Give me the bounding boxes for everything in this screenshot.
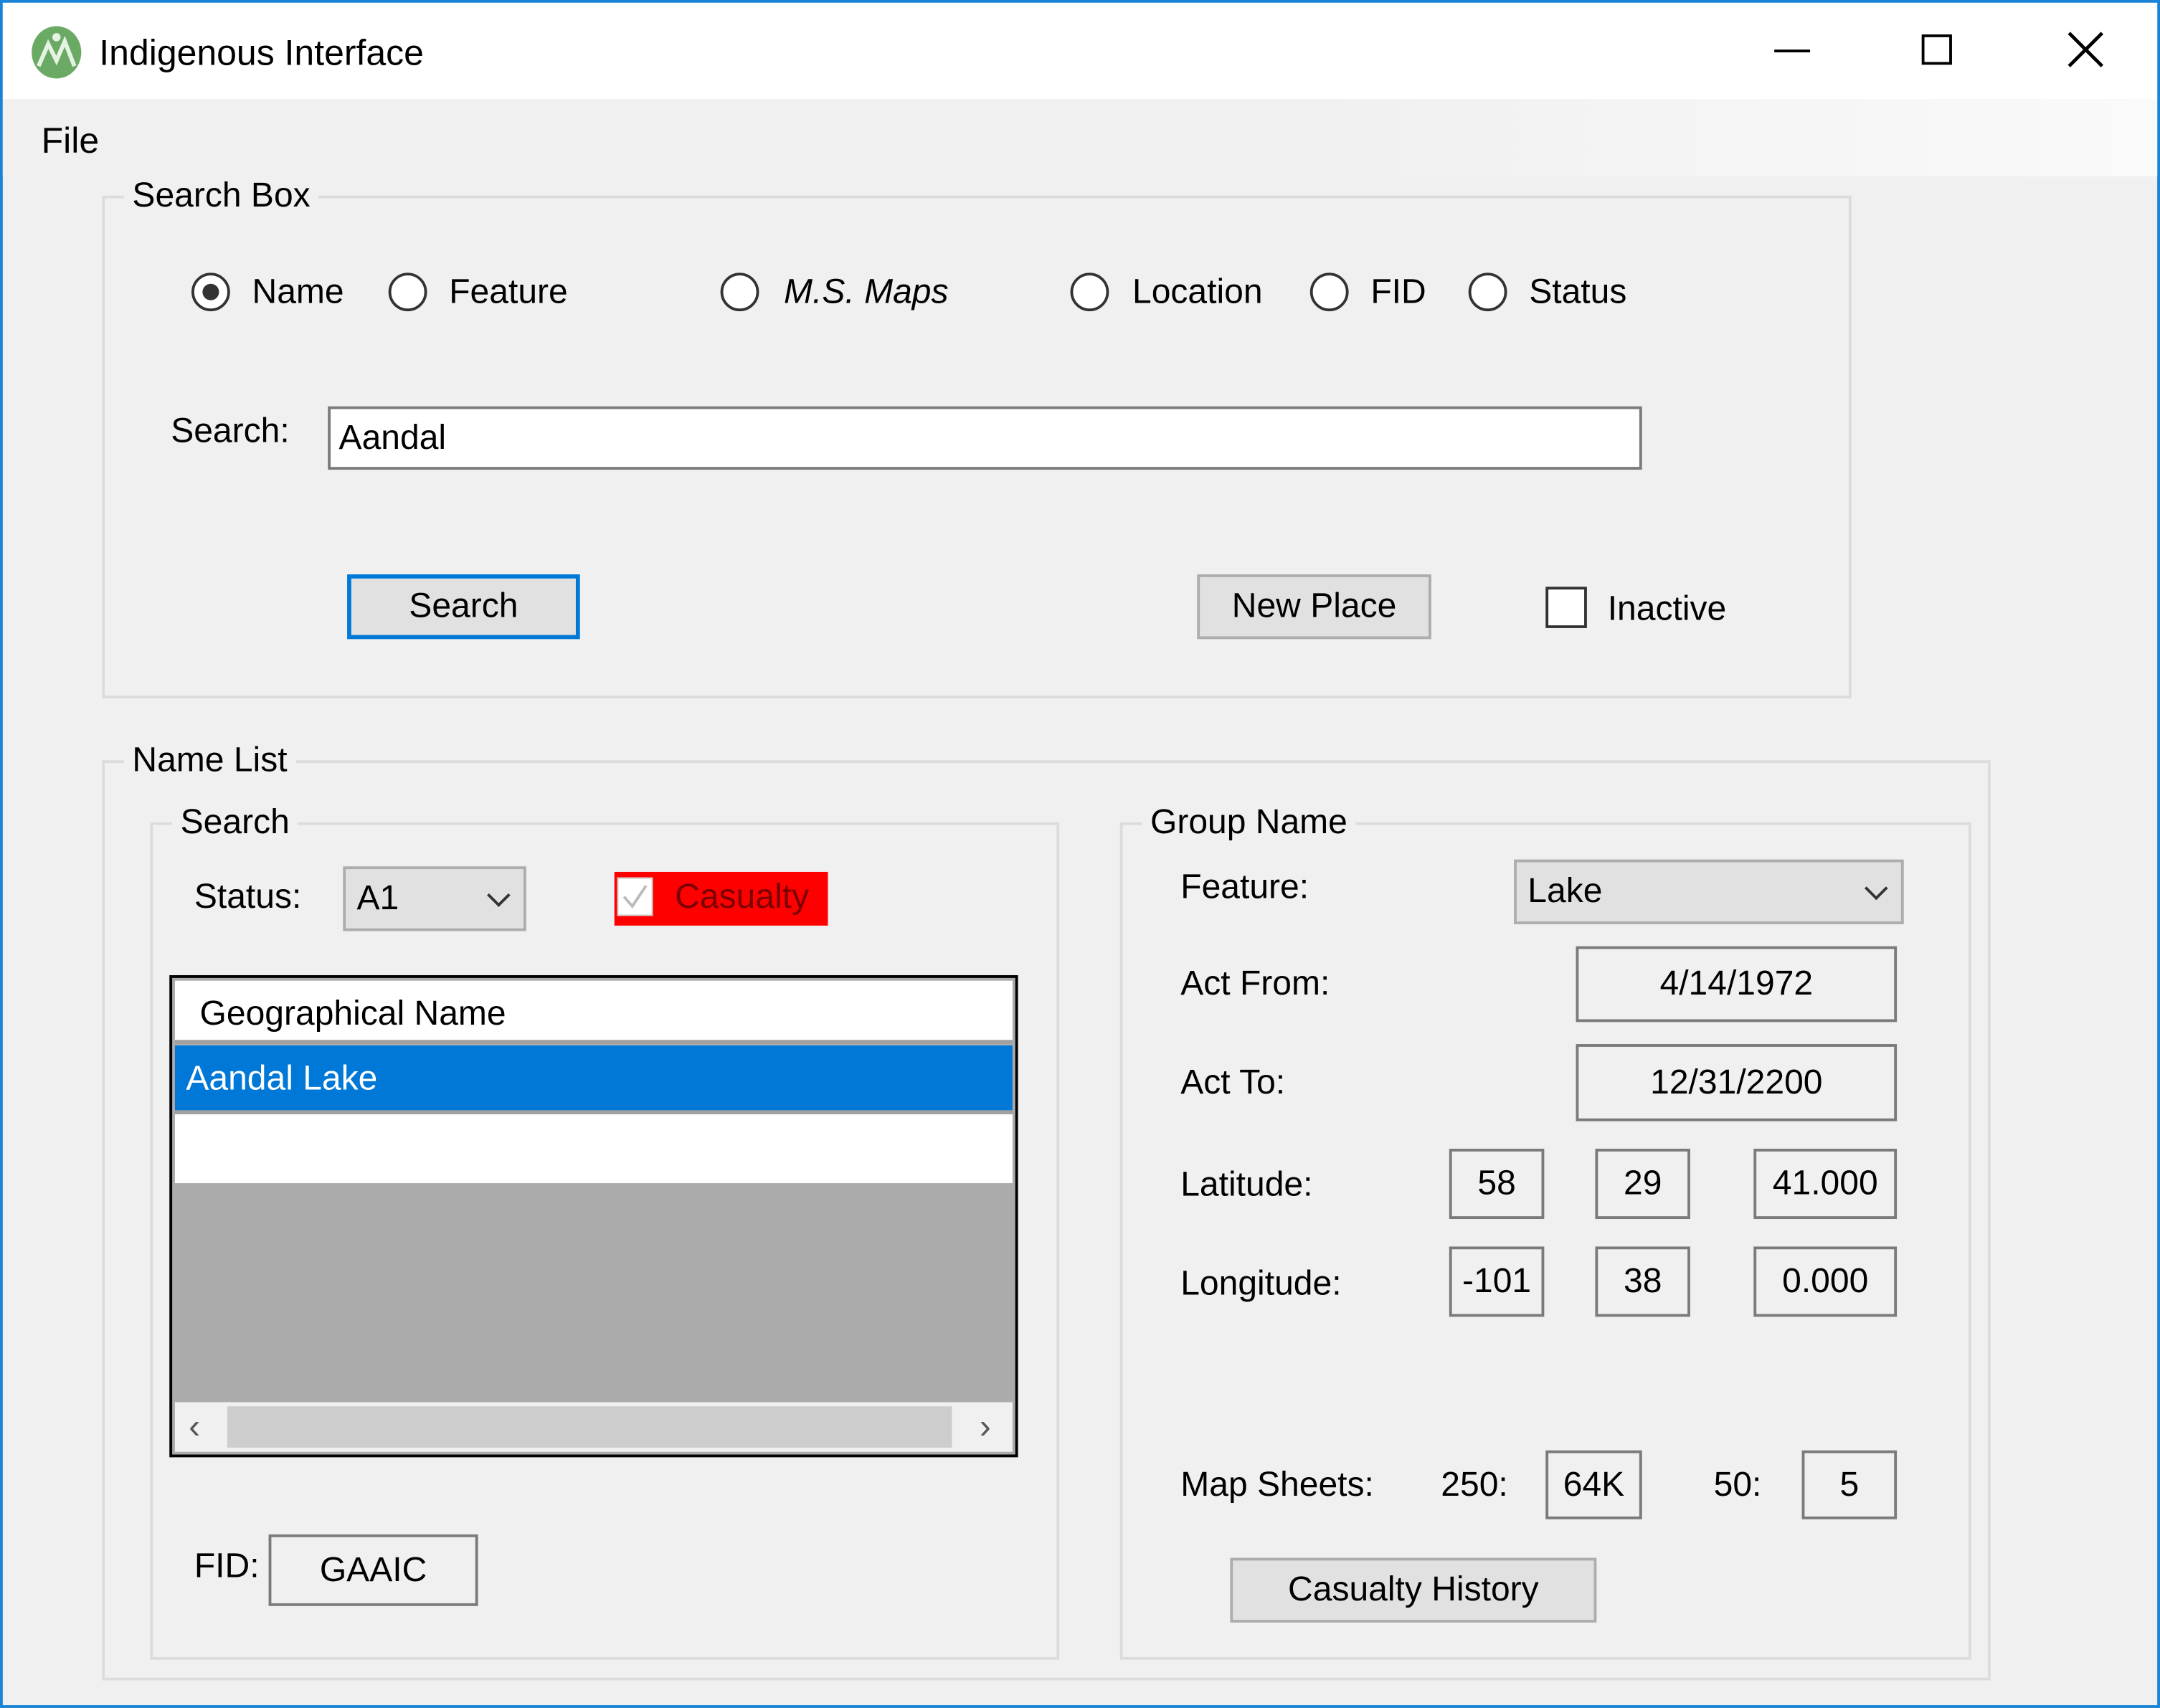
list-row-selected[interactable]: Aandal Lake bbox=[174, 1045, 1013, 1115]
sheet-50-label: 50: bbox=[1713, 1465, 1762, 1504]
inactive-checkbox[interactable] bbox=[1545, 587, 1587, 628]
radio-status[interactable] bbox=[1468, 272, 1507, 312]
act-from-value: 4/14/1972 bbox=[1576, 946, 1898, 1023]
geographical-name-list[interactable]: Geographical Name Aandal Lake ‹ › bbox=[169, 975, 1018, 1458]
maximize-button[interactable] bbox=[1921, 34, 1952, 65]
casualty-checkbox-area[interactable]: Casualty bbox=[614, 871, 828, 926]
radio-name-label: Name bbox=[252, 272, 344, 312]
minimize-button[interactable] bbox=[1774, 49, 1811, 52]
radio-location[interactable] bbox=[1070, 272, 1109, 312]
status-label: Status: bbox=[194, 877, 302, 916]
feature-value: Lake bbox=[1527, 871, 1603, 911]
title-bar: Indigenous Interface bbox=[2, 2, 2158, 100]
status-dropdown[interactable]: A1 bbox=[343, 866, 526, 931]
scrollbar-thumb[interactable] bbox=[227, 1406, 952, 1448]
latitude-degrees: 58 bbox=[1449, 1149, 1545, 1220]
close-button[interactable] bbox=[2066, 30, 2105, 69]
radio-fid[interactable] bbox=[1309, 272, 1349, 312]
casualty-checkbox[interactable] bbox=[617, 877, 653, 916]
search-input[interactable]: Aandal bbox=[328, 406, 1642, 470]
menu-bar: File bbox=[2, 99, 2158, 176]
new-place-button[interactable]: New Place bbox=[1197, 574, 1431, 640]
latitude-minutes: 29 bbox=[1595, 1149, 1690, 1220]
radio-ms-maps-label: M.S. Maps bbox=[784, 272, 949, 312]
casualty-label: Casualty bbox=[675, 877, 810, 916]
longitude-degrees: -101 bbox=[1449, 1246, 1545, 1317]
chevron-down-icon bbox=[1864, 876, 1888, 900]
app-window: Indigenous Interface File Search Box Nam… bbox=[0, 0, 2160, 1708]
group-name-label: Group Name bbox=[1142, 801, 1356, 843]
act-to-label: Act To: bbox=[1180, 1063, 1286, 1102]
menu-file[interactable]: File bbox=[42, 120, 99, 161]
chevron-down-icon bbox=[487, 883, 511, 906]
search-button[interactable]: Search bbox=[347, 574, 580, 640]
sheet-250-value: 64K bbox=[1545, 1450, 1642, 1519]
list-row-label: Aandal Lake bbox=[186, 1059, 378, 1098]
latitude-label: Latitude: bbox=[1180, 1165, 1313, 1204]
radio-fid-label: FID bbox=[1370, 272, 1426, 312]
inactive-label: Inactive bbox=[1607, 589, 1727, 628]
longitude-seconds: 0.000 bbox=[1753, 1246, 1898, 1317]
scroll-right-icon[interactable]: › bbox=[980, 1406, 991, 1448]
horizontal-scrollbar[interactable]: ‹ › bbox=[174, 1402, 1013, 1452]
act-to-value: 12/31/2200 bbox=[1576, 1044, 1898, 1121]
act-from-label: Act From: bbox=[1180, 964, 1330, 1003]
radio-ms-maps[interactable] bbox=[720, 272, 759, 312]
feature-dropdown[interactable]: Lake bbox=[1514, 859, 1904, 924]
search-box-label: Search Box bbox=[123, 174, 319, 217]
latitude-seconds: 41.000 bbox=[1753, 1149, 1898, 1220]
sheet-50-value: 5 bbox=[1801, 1450, 1898, 1519]
window-title: Indigenous Interface bbox=[99, 32, 424, 73]
list-row-empty[interactable] bbox=[174, 1114, 1013, 1184]
radio-location-label: Location bbox=[1132, 272, 1263, 312]
radio-feature[interactable] bbox=[388, 272, 427, 312]
list-header[interactable]: Geographical Name bbox=[174, 980, 1013, 1045]
longitude-label: Longitude: bbox=[1180, 1264, 1342, 1304]
status-value: A1 bbox=[356, 878, 399, 918]
map-sheets-label: Map Sheets: bbox=[1180, 1465, 1374, 1504]
sheet-250-label: 250: bbox=[1441, 1465, 1508, 1504]
search-label: Search: bbox=[171, 412, 290, 451]
check-icon bbox=[622, 885, 648, 909]
search-group-label: Search bbox=[172, 801, 298, 843]
longitude-minutes: 38 bbox=[1595, 1246, 1690, 1317]
casualty-history-button[interactable]: Casualty History bbox=[1230, 1557, 1597, 1623]
scroll-left-icon[interactable]: ‹ bbox=[189, 1406, 200, 1448]
radio-name[interactable] bbox=[191, 272, 230, 312]
radio-feature-label: Feature bbox=[449, 272, 568, 312]
app-globe-icon bbox=[32, 26, 82, 79]
feature-label: Feature: bbox=[1180, 868, 1309, 906]
column-header-geographical-name: Geographical Name bbox=[199, 994, 506, 1033]
name-list-label: Name List bbox=[123, 739, 296, 782]
fid-label: FID: bbox=[194, 1547, 260, 1585]
fid-value: GAAIC bbox=[268, 1534, 478, 1606]
radio-status-label: Status bbox=[1529, 272, 1627, 312]
